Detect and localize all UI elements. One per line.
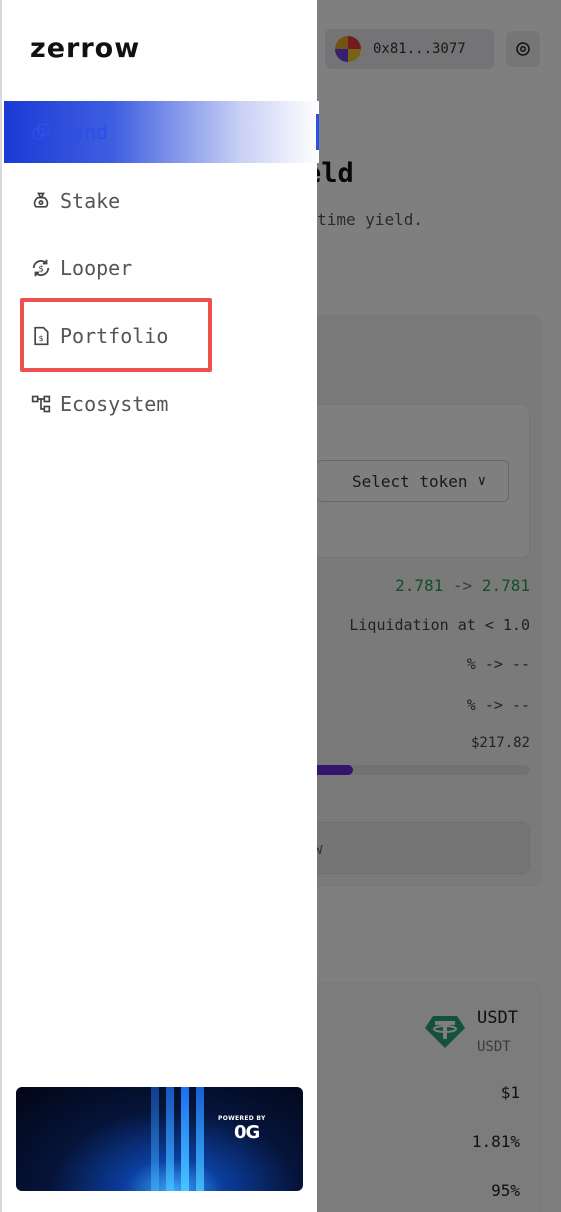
sidebar-item-label: Stake — [60, 189, 121, 213]
moneybag-icon — [30, 190, 52, 212]
network-icon — [30, 393, 52, 415]
banner-beam — [181, 1087, 189, 1191]
svg-text:$: $ — [38, 333, 43, 343]
lend-icon — [30, 121, 52, 143]
banner-beam — [196, 1087, 204, 1191]
sidebar-drawer: zerrow Lend Stake $ Looper $ Portfolio E… — [0, 0, 319, 1212]
banner-beam — [151, 1087, 159, 1191]
sidebar-item-label: Looper — [60, 256, 133, 280]
sidebar-item-label: Ecosystem — [60, 392, 169, 416]
sidebar-item-lend[interactable]: Lend — [4, 101, 319, 163]
og-brand-logo: 0G — [234, 1122, 260, 1143]
powered-by-text: POWERED BY — [218, 1115, 266, 1122]
powered-by-banner[interactable] — [16, 1087, 303, 1191]
loop-icon: $ — [30, 257, 52, 279]
sidebar-item-label: Portfolio — [60, 324, 169, 348]
sidebar-item-portfolio[interactable]: $ Portfolio — [4, 305, 319, 367]
document-icon: $ — [30, 325, 52, 347]
sidebar-item-ecosystem[interactable]: Ecosystem — [4, 373, 319, 435]
app-logo[interactable]: zerrow — [30, 33, 140, 64]
sidebar-item-stake[interactable]: Stake — [4, 170, 319, 232]
sidebar-item-looper[interactable]: $ Looper — [4, 237, 319, 299]
svg-text:$: $ — [38, 264, 44, 275]
banner-beam — [166, 1087, 174, 1191]
sidebar-item-label: Lend — [60, 120, 109, 144]
